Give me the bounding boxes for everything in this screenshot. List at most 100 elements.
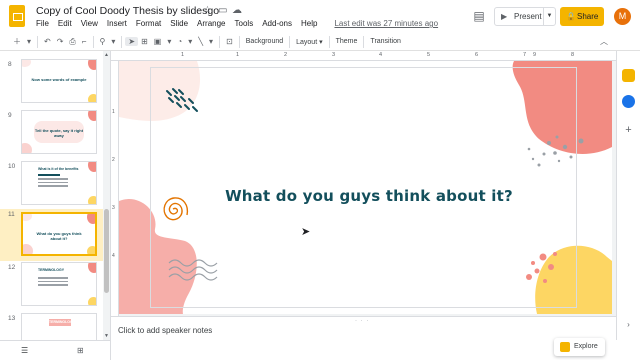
- toolbar-divider: [289, 35, 291, 48]
- scrollbar-thumb[interactable]: [104, 209, 109, 293]
- present-dropdown-chevron-icon[interactable]: ▼: [543, 8, 555, 25]
- thumb-title: TERMINOLOGY: [38, 268, 65, 272]
- theme-button[interactable]: Theme: [333, 38, 361, 45]
- get-addons-plus-icon[interactable]: +: [622, 124, 635, 137]
- thumb-line: [38, 284, 68, 286]
- shape-icon[interactable]: ◔: [174, 37, 185, 46]
- menu-edit[interactable]: Edit: [58, 19, 72, 28]
- menu-format[interactable]: Format: [136, 19, 161, 28]
- toolbar: ＋ ▾ ↶ ↷ ⎙ ⌐ ⚲ ▾ ➤ ⊞ ▣ ▾ ◔ ▾ ╲ ▾ ⊡ Backgr…: [0, 33, 640, 51]
- keep-icon[interactable]: [622, 69, 635, 82]
- menu-file[interactable]: File: [36, 19, 49, 28]
- thumb-shape: [87, 214, 95, 224]
- play-icon: ▶: [501, 12, 508, 21]
- scroll-up-icon[interactable]: ▲: [103, 52, 110, 58]
- slide-thumbnail[interactable]: What do you guys think about it?: [21, 212, 97, 256]
- menu-help[interactable]: Help: [301, 19, 317, 28]
- menu-slide[interactable]: Slide: [170, 19, 188, 28]
- slide-title[interactable]: What do you guys think about it?: [179, 187, 559, 205]
- explore-button[interactable]: Explore: [554, 338, 605, 356]
- filmstrip-slide[interactable]: 9 Tell the quote, say it right away: [0, 110, 103, 160]
- grid-view-icon[interactable]: ⊞: [77, 346, 84, 355]
- zoom-dropdown-icon[interactable]: ▾: [108, 37, 118, 46]
- share-button[interactable]: 🔒 Share: [560, 7, 604, 26]
- speaker-notes-placeholder[interactable]: Click to add speaker notes: [118, 326, 212, 335]
- layout-dropdown-icon: ▾: [319, 38, 323, 46]
- side-panel: + ›: [616, 51, 640, 340]
- comment-history-icon[interactable]: ▤: [471, 8, 487, 24]
- menu-arrange[interactable]: Arrange: [197, 19, 225, 28]
- ruler-mark: 1: [181, 52, 185, 58]
- avatar[interactable]: M: [614, 8, 631, 25]
- expand-panel-chevron-icon[interactable]: ›: [622, 318, 635, 331]
- toolbar-divider: [238, 35, 240, 48]
- resize-handle-icon[interactable]: · · ·: [355, 318, 369, 324]
- star-icon[interactable]: ☆: [203, 5, 212, 16]
- new-slide-icon[interactable]: ＋: [10, 36, 24, 47]
- comment-add-icon[interactable]: ⊡: [223, 37, 236, 46]
- menu-view[interactable]: View: [81, 19, 98, 28]
- transition-button[interactable]: Transition: [367, 38, 403, 45]
- image-icon[interactable]: ▣: [151, 37, 165, 46]
- header: Copy of Cool Doody Thesis by slidesgo ☆ …: [0, 0, 640, 33]
- zoom-icon[interactable]: ⚲: [97, 37, 109, 46]
- filmstrip-slide[interactable]: 12 TERMINOLOGY: [0, 262, 103, 312]
- cloud-status-icon[interactable]: ☁: [232, 5, 242, 16]
- tasks-icon[interactable]: [622, 95, 635, 108]
- line-dropdown-icon[interactable]: ▾: [206, 37, 216, 46]
- line-icon[interactable]: ╲: [195, 37, 206, 46]
- thumb-tag: TERMINOLOGY: [49, 319, 76, 326]
- menu-tools[interactable]: Tools: [235, 19, 254, 28]
- present-button[interactable]: ▶ Present ▼: [494, 7, 556, 26]
- ruler-mark: 1: [112, 109, 115, 115]
- thumb-text-lines: [38, 277, 68, 288]
- collapse-menus-icon[interactable]: ︿: [600, 36, 608, 47]
- mouse-pointer-icon: ➤: [301, 226, 311, 238]
- new-slide-dropdown-icon[interactable]: ▾: [24, 37, 34, 46]
- document-title[interactable]: Copy of Cool Doody Thesis by slidesgo: [36, 5, 219, 17]
- select-icon[interactable]: ➤: [125, 37, 139, 46]
- shape-dropdown-icon[interactable]: ▾: [185, 37, 195, 46]
- image-dropdown-icon[interactable]: ▾: [164, 37, 174, 46]
- canvas-area[interactable]: What do you guys think about it? ➤: [119, 61, 616, 316]
- scroll-down-icon[interactable]: ▼: [103, 333, 110, 339]
- horizontal-ruler[interactable]: 1 1 2 3 4 5 6 7 8 9: [111, 51, 616, 61]
- thumb-title: What do you guys think about it?: [36, 231, 82, 241]
- print-icon[interactable]: ⎙: [66, 37, 78, 47]
- speaker-notes[interactable]: · · · Click to add speaker notes: [111, 316, 616, 360]
- lock-icon: 🔒: [566, 12, 576, 21]
- slide-thumbnail[interactable]: What is it of the benefits: [21, 161, 97, 205]
- menu-insert[interactable]: Insert: [107, 19, 127, 28]
- vertical-ruler[interactable]: 1 2 3 4: [111, 61, 119, 316]
- current-slide[interactable]: What do you guys think about it? ➤: [119, 61, 612, 314]
- explore-icon: [560, 342, 570, 352]
- thumb-shape: [87, 246, 95, 254]
- slide-thumbnail[interactable]: Tell the quote, say it right away: [21, 110, 97, 154]
- toolbar-divider: [328, 35, 330, 48]
- slide-thumbnail[interactable]: TERMINOLOGY: [21, 313, 97, 340]
- slide-thumbnail[interactable]: TERMINOLOGY: [21, 262, 97, 306]
- ruler-mark: 1: [236, 52, 240, 58]
- text-box-icon[interactable]: ⊞: [138, 37, 151, 46]
- layout-button[interactable]: Layout ▾: [293, 38, 326, 46]
- filmstrip-slide[interactable]: 8 Now some words of example: [0, 59, 103, 109]
- redo-icon[interactable]: ↷: [54, 37, 67, 46]
- last-edit-link[interactable]: Last edit was 27 minutes ago: [334, 19, 438, 28]
- filmstrip-scrollbar[interactable]: ▲ ▼: [103, 51, 110, 340]
- filmstrip-view-icon[interactable]: ☰: [21, 346, 28, 355]
- ruler-mark: 2: [112, 157, 115, 163]
- menu-addons[interactable]: Add-ons: [262, 19, 292, 28]
- filmstrip-slide[interactable]: 10 What is it of the benefits: [0, 161, 103, 211]
- slide-thumbnail[interactable]: Now some words of example: [21, 59, 97, 103]
- paint-format-icon[interactable]: ⌐: [79, 37, 90, 46]
- undo-icon[interactable]: ↶: [41, 37, 54, 46]
- thumb-text-lines: [38, 174, 68, 189]
- filmstrip-slide-active[interactable]: 11 What do you guys think about it?: [0, 209, 103, 261]
- filmstrip-slide[interactable]: 13 TERMINOLOGY: [0, 313, 103, 340]
- background-button[interactable]: Background: [243, 38, 286, 45]
- ruler-mark: 9: [533, 52, 537, 58]
- ruler-mark: 3: [112, 205, 115, 211]
- move-folder-icon[interactable]: ▭: [218, 5, 227, 16]
- toolbar-divider: [121, 35, 123, 48]
- slides-logo-icon[interactable]: [9, 5, 25, 27]
